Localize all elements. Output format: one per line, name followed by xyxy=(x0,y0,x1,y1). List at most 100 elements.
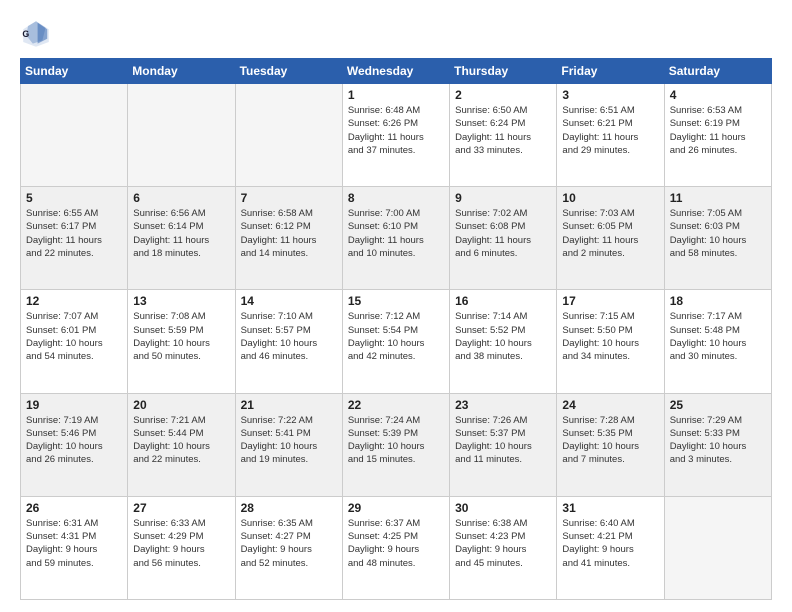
calendar-cell: 20Sunrise: 7:21 AMSunset: 5:44 PMDayligh… xyxy=(128,393,235,496)
calendar-cell: 9Sunrise: 7:02 AMSunset: 6:08 PMDaylight… xyxy=(450,187,557,290)
calendar-cell: 2 Sunrise: 6:50 AMSunset: 6:24 PMDaylight… xyxy=(450,84,557,187)
calendar-cell xyxy=(21,84,128,187)
day-content: Sunrise: 6:33 AMSunset: 4:29 PMDaylight:… xyxy=(133,517,229,570)
calendar-cell: 3 Sunrise: 6:51 AMSunset: 6:21 PMDaylight… xyxy=(557,84,664,187)
calendar-cell xyxy=(128,84,235,187)
day-number: 30 xyxy=(455,501,551,515)
calendar-cell: 15 Sunrise: 7:12 AMSunset: 5:54 PMDayligh… xyxy=(342,290,449,393)
day-content: Sunrise: 7:15 AMSunset: 5:50 PMDaylight:… xyxy=(562,310,658,363)
calendar-week-row: 19 Sunrise: 7:19 AMSunset: 5:46 PMDayligh… xyxy=(21,393,772,496)
calendar-cell: 25 Sunrise: 7:29 AMSunset: 5:33 PMDayligh… xyxy=(664,393,771,496)
svg-text:G: G xyxy=(22,29,29,39)
day-content: Sunrise: 7:28 AMSunset: 5:35 PMDaylight:… xyxy=(562,414,658,467)
day-content: Sunrise: 7:02 AMSunset: 6:08 PMDaylight:… xyxy=(455,207,551,260)
day-number: 8 xyxy=(348,191,444,205)
day-number: 16 xyxy=(455,294,551,308)
calendar-week-row: 5 Sunrise: 6:55 AMSunset: 6:17 PMDaylight… xyxy=(21,187,772,290)
day-content: Sunrise: 7:19 AMSunset: 5:46 PMDaylight:… xyxy=(26,414,122,467)
calendar-header-tuesday: Tuesday xyxy=(235,59,342,84)
calendar-header-thursday: Thursday xyxy=(450,59,557,84)
day-content: Sunrise: 7:29 AMSunset: 5:33 PMDaylight:… xyxy=(670,414,766,467)
calendar-cell: 23Sunrise: 7:26 AMSunset: 5:37 PMDayligh… xyxy=(450,393,557,496)
calendar-cell: 31 Sunrise: 6:40 AMSunset: 4:21 PMDayligh… xyxy=(557,496,664,599)
logo: G xyxy=(20,18,56,50)
logo-icon: G xyxy=(20,18,52,50)
calendar-cell: 19 Sunrise: 7:19 AMSunset: 5:46 PMDayligh… xyxy=(21,393,128,496)
day-number: 14 xyxy=(241,294,337,308)
calendar-header-friday: Friday xyxy=(557,59,664,84)
day-number: 28 xyxy=(241,501,337,515)
calendar-cell: 4 Sunrise: 6:53 AMSunset: 6:19 PMDaylight… xyxy=(664,84,771,187)
calendar-header-sunday: Sunday xyxy=(21,59,128,84)
calendar-cell: 28 Sunrise: 6:35 AMSunset: 4:27 PMDayligh… xyxy=(235,496,342,599)
calendar-cell: 14 Sunrise: 7:10 AMSunset: 5:57 PMDayligh… xyxy=(235,290,342,393)
day-content: Sunrise: 6:37 AMSunset: 4:25 PMDaylight:… xyxy=(348,517,444,570)
day-number: 7 xyxy=(241,191,337,205)
day-number: 4 xyxy=(670,88,766,102)
calendar-cell: 12Sunrise: 7:07 AMSunset: 6:01 PMDayligh… xyxy=(21,290,128,393)
day-content: Sunrise: 6:53 AMSunset: 6:19 PMDaylight:… xyxy=(670,104,766,157)
calendar-cell: 27Sunrise: 6:33 AMSunset: 4:29 PMDayligh… xyxy=(128,496,235,599)
calendar-cell: 6 Sunrise: 6:56 AMSunset: 6:14 PMDaylight… xyxy=(128,187,235,290)
calendar-cell: 16 Sunrise: 7:14 AMSunset: 5:52 PMDayligh… xyxy=(450,290,557,393)
day-number: 31 xyxy=(562,501,658,515)
calendar-cell: 5 Sunrise: 6:55 AMSunset: 6:17 PMDaylight… xyxy=(21,187,128,290)
day-number: 25 xyxy=(670,398,766,412)
day-number: 15 xyxy=(348,294,444,308)
day-number: 24 xyxy=(562,398,658,412)
calendar-cell: 21 Sunrise: 7:22 AMSunset: 5:41 PMDayligh… xyxy=(235,393,342,496)
day-number: 13 xyxy=(133,294,229,308)
calendar-cell: 10Sunrise: 7:03 AMSunset: 6:05 PMDayligh… xyxy=(557,187,664,290)
day-number: 26 xyxy=(26,501,122,515)
calendar-week-row: 12Sunrise: 7:07 AMSunset: 6:01 PMDayligh… xyxy=(21,290,772,393)
day-content: Sunrise: 7:22 AMSunset: 5:41 PMDaylight:… xyxy=(241,414,337,467)
day-content: Sunrise: 6:58 AMSunset: 6:12 PMDaylight:… xyxy=(241,207,337,260)
day-content: Sunrise: 7:08 AMSunset: 5:59 PMDaylight:… xyxy=(133,310,229,363)
day-number: 20 xyxy=(133,398,229,412)
day-number: 29 xyxy=(348,501,444,515)
day-content: Sunrise: 7:17 AMSunset: 5:48 PMDaylight:… xyxy=(670,310,766,363)
day-content: Sunrise: 6:48 AMSunset: 6:26 PMDaylight:… xyxy=(348,104,444,157)
day-content: Sunrise: 6:55 AMSunset: 6:17 PMDaylight:… xyxy=(26,207,122,260)
calendar-week-row: 26 Sunrise: 6:31 AMSunset: 4:31 PMDayligh… xyxy=(21,496,772,599)
calendar-cell: 30Sunrise: 6:38 AMSunset: 4:23 PMDayligh… xyxy=(450,496,557,599)
calendar-cell: 17 Sunrise: 7:15 AMSunset: 5:50 PMDayligh… xyxy=(557,290,664,393)
calendar-cell xyxy=(235,84,342,187)
day-number: 2 xyxy=(455,88,551,102)
day-content: Sunrise: 7:14 AMSunset: 5:52 PMDaylight:… xyxy=(455,310,551,363)
day-content: Sunrise: 7:24 AMSunset: 5:39 PMDaylight:… xyxy=(348,414,444,467)
calendar-cell: 1Sunrise: 6:48 AMSunset: 6:26 PMDaylight… xyxy=(342,84,449,187)
day-content: Sunrise: 6:56 AMSunset: 6:14 PMDaylight:… xyxy=(133,207,229,260)
day-content: Sunrise: 7:00 AMSunset: 6:10 PMDaylight:… xyxy=(348,207,444,260)
calendar-cell: 7 Sunrise: 6:58 AMSunset: 6:12 PMDaylight… xyxy=(235,187,342,290)
calendar-cell: 13 Sunrise: 7:08 AMSunset: 5:59 PMDayligh… xyxy=(128,290,235,393)
calendar-cell: 22 Sunrise: 7:24 AMSunset: 5:39 PMDayligh… xyxy=(342,393,449,496)
calendar-cell: 18Sunrise: 7:17 AMSunset: 5:48 PMDayligh… xyxy=(664,290,771,393)
day-number: 6 xyxy=(133,191,229,205)
day-content: Sunrise: 6:35 AMSunset: 4:27 PMDaylight:… xyxy=(241,517,337,570)
day-number: 12 xyxy=(26,294,122,308)
day-number: 11 xyxy=(670,191,766,205)
calendar-cell: 24 Sunrise: 7:28 AMSunset: 5:35 PMDayligh… xyxy=(557,393,664,496)
day-content: Sunrise: 6:31 AMSunset: 4:31 PMDaylight:… xyxy=(26,517,122,570)
calendar-cell: 26 Sunrise: 6:31 AMSunset: 4:31 PMDayligh… xyxy=(21,496,128,599)
day-content: Sunrise: 6:40 AMSunset: 4:21 PMDaylight:… xyxy=(562,517,658,570)
calendar-header-saturday: Saturday xyxy=(664,59,771,84)
day-number: 21 xyxy=(241,398,337,412)
day-content: Sunrise: 6:50 AMSunset: 6:24 PMDaylight:… xyxy=(455,104,551,157)
day-number: 22 xyxy=(348,398,444,412)
day-number: 3 xyxy=(562,88,658,102)
calendar-cell: 11 Sunrise: 7:05 AMSunset: 6:03 PMDayligh… xyxy=(664,187,771,290)
day-content: Sunrise: 7:10 AMSunset: 5:57 PMDaylight:… xyxy=(241,310,337,363)
calendar-header-row: SundayMondayTuesdayWednesdayThursdayFrid… xyxy=(21,59,772,84)
header: G xyxy=(20,18,772,50)
calendar-cell: 8 Sunrise: 7:00 AMSunset: 6:10 PMDaylight… xyxy=(342,187,449,290)
day-number: 19 xyxy=(26,398,122,412)
day-content: Sunrise: 7:05 AMSunset: 6:03 PMDaylight:… xyxy=(670,207,766,260)
day-number: 5 xyxy=(26,191,122,205)
calendar-cell xyxy=(664,496,771,599)
day-content: Sunrise: 7:26 AMSunset: 5:37 PMDaylight:… xyxy=(455,414,551,467)
day-number: 17 xyxy=(562,294,658,308)
day-content: Sunrise: 7:12 AMSunset: 5:54 PMDaylight:… xyxy=(348,310,444,363)
day-content: Sunrise: 6:51 AMSunset: 6:21 PMDaylight:… xyxy=(562,104,658,157)
